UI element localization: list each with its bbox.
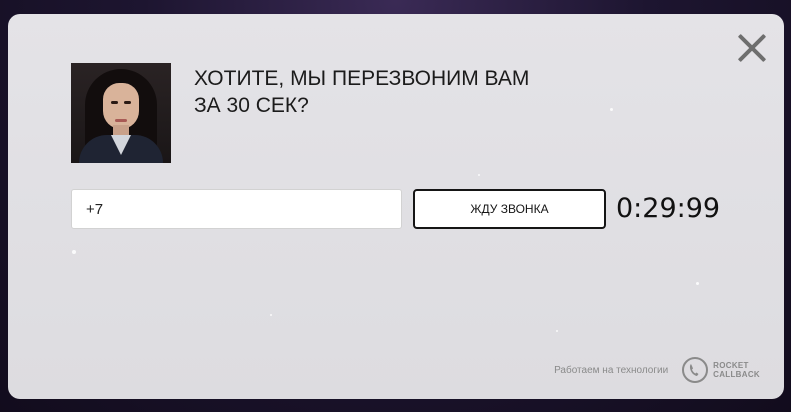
sparkle-decoration bbox=[270, 314, 272, 316]
wait-call-button[interactable]: ЖДУ ЗВОНКА bbox=[413, 189, 606, 229]
countdown-timer: 0:29:99 bbox=[616, 193, 721, 224]
sparkle-decoration bbox=[478, 174, 480, 176]
brand-line-2: CALLBACK bbox=[713, 370, 760, 379]
sparkle-decoration bbox=[556, 330, 558, 332]
brand-line-1: ROCKET bbox=[713, 361, 749, 370]
popup-headline: ХОТИТЕ, МЫ ПЕРЕЗВОНИМ ВАМ ЗА 30 СЕК? bbox=[194, 65, 594, 119]
brand-logo-text: ROCKET CALLBACK bbox=[713, 361, 760, 379]
headline-line-2: ЗА 30 СЕК? bbox=[194, 94, 309, 117]
headline-line-1: ХОТИТЕ, МЫ ПЕРЕЗВОНИМ ВАМ bbox=[194, 67, 530, 90]
close-icon[interactable] bbox=[736, 32, 768, 64]
operator-avatar bbox=[71, 63, 171, 163]
phone-input[interactable] bbox=[71, 189, 402, 229]
powered-by-text: Работаем на технологии bbox=[554, 364, 669, 376]
powered-by-footer[interactable]: Работаем на технологии ROCKET CALLBACK bbox=[554, 353, 760, 387]
callback-popup: ХОТИТЕ, МЫ ПЕРЕЗВОНИМ ВАМ ЗА 30 СЕК? ЖДУ… bbox=[8, 14, 784, 399]
sparkle-decoration bbox=[696, 282, 699, 285]
sparkle-decoration bbox=[610, 108, 613, 111]
phone-icon bbox=[682, 357, 709, 383]
sparkle-decoration bbox=[72, 250, 76, 254]
